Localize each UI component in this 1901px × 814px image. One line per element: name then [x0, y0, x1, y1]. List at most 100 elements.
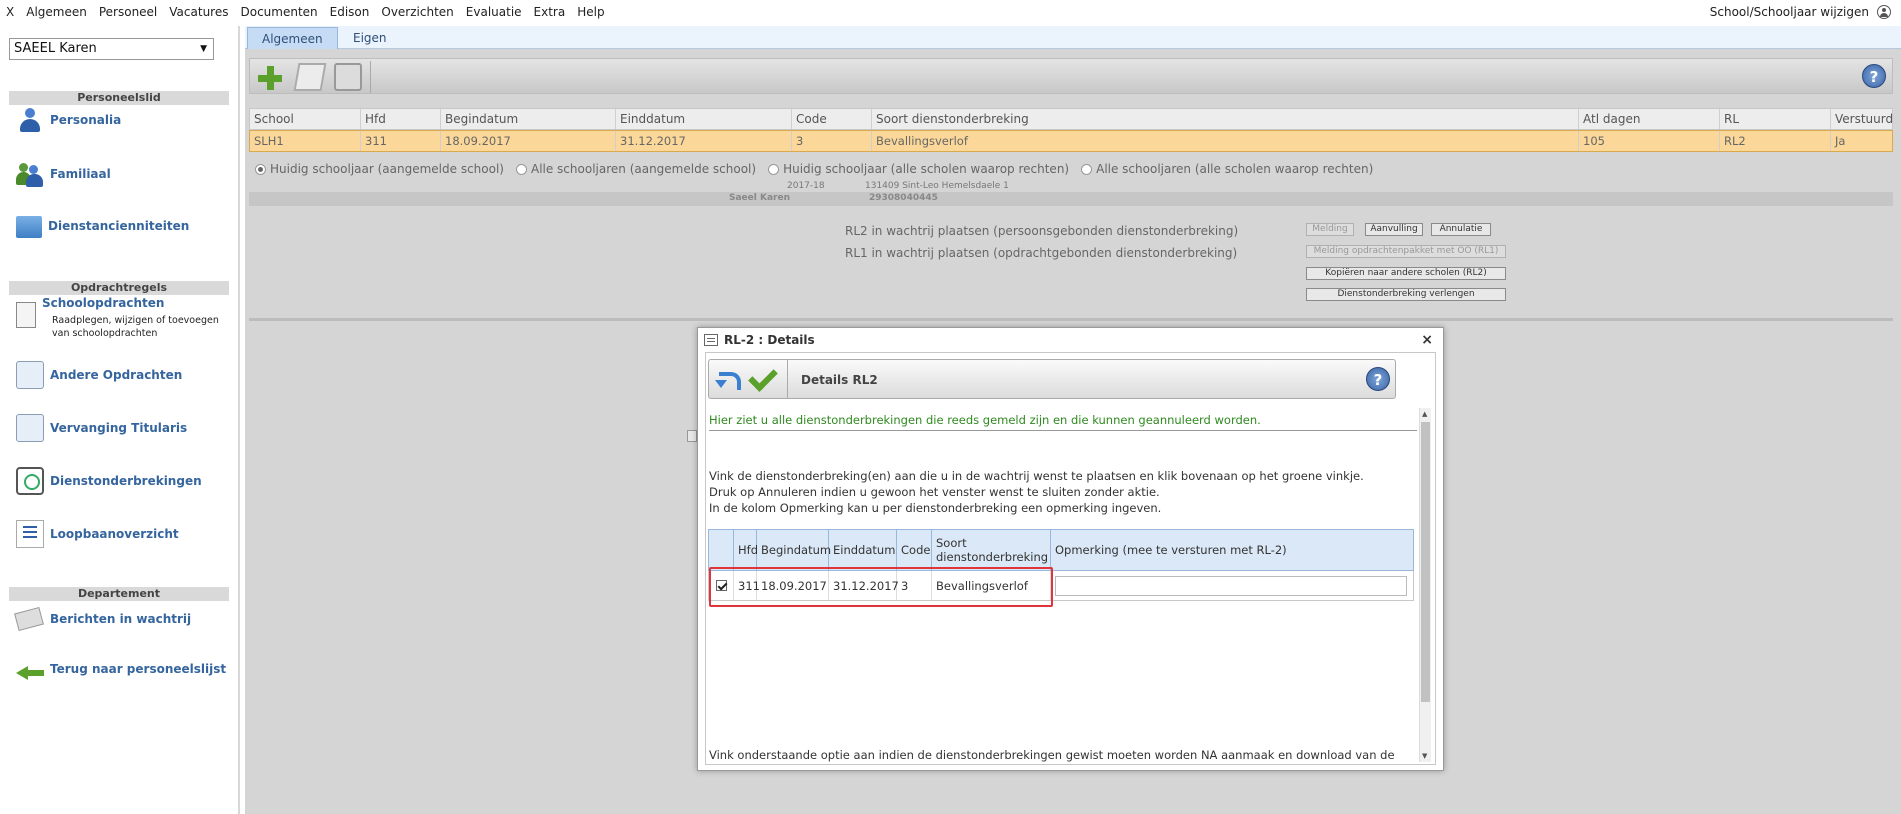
menu-help[interactable]: Help: [571, 5, 610, 19]
sidebar-item-andere-opdrachten[interactable]: Andere Opdrachten: [16, 361, 182, 389]
help-icon[interactable]: ?: [1862, 64, 1886, 88]
col-verstuurd[interactable]: Verstuurd: [1831, 109, 1892, 129]
sidebar-item-label: Berichten in wachtrij: [50, 612, 192, 626]
sidebar-item-label: Familiaal: [50, 167, 111, 181]
instruction-line: In de kolom Opmerking kan u per dienston…: [709, 501, 1162, 515]
sidebar-item-label: Dienstonderbrekingen: [50, 474, 202, 488]
menu-documenten[interactable]: Documenten: [234, 5, 323, 19]
row-checkbox[interactable]: [715, 580, 727, 591]
menu-evaluatie[interactable]: Evaluatie: [460, 5, 528, 19]
melding-opdrachtenpakket-button[interactable]: Melding opdrachtenpakket met OO (RL1): [1306, 245, 1506, 258]
radio-label: Huidig schooljaar (aangemelde school): [270, 162, 504, 176]
radio-button[interactable]: [768, 163, 780, 175]
swap-icon: [16, 414, 44, 442]
sidebar-item-vervanging-titularis[interactable]: Vervanging Titularis: [16, 414, 187, 442]
person-select[interactable]: SAEEL Karen ▼: [9, 38, 214, 60]
dialog-titlebar: RL-2 : Details ×: [698, 328, 1443, 352]
kopieren-button[interactable]: Kopiëren naar andere scholen (RL2): [1306, 267, 1506, 280]
hand-icon: [16, 361, 44, 389]
cell-einddatum: 31.12.2017: [616, 131, 792, 151]
sidebar: SAEEL Karen ▼ Personeelslid Personalia F…: [0, 26, 240, 814]
window-icon: [704, 334, 718, 346]
add-icon[interactable]: [256, 63, 284, 91]
sidebar-item-label: Dienstancienniteiten: [48, 218, 190, 233]
cell-soort: Bevallingsverlof: [932, 571, 1051, 600]
radio-button[interactable]: [515, 163, 527, 175]
school-year-change-link[interactable]: School/Schooljaar wijzigen: [1710, 5, 1869, 19]
clock-icon: [16, 467, 44, 495]
delete-icon[interactable]: [334, 63, 362, 91]
menu-bar: X Algemeen Personeel Vacatures Documente…: [0, 0, 1901, 24]
info-message: Hier ziet u alle dienstonderbrekingen di…: [709, 413, 1261, 427]
radio-button[interactable]: [1081, 163, 1093, 175]
toolbar-separator: [787, 360, 788, 398]
menu-extra[interactable]: Extra: [528, 5, 572, 19]
menu-personeel[interactable]: Personeel: [93, 5, 163, 19]
undo-icon[interactable]: [715, 366, 743, 394]
opmerking-input[interactable]: [1055, 575, 1407, 596]
person-info-bar: Saeel Karen 29308040445: [249, 192, 1893, 206]
melding-button[interactable]: Melding: [1306, 223, 1354, 236]
col-rl[interactable]: RL: [1720, 109, 1831, 129]
col-hfd[interactable]: Hfd: [361, 109, 441, 129]
col-begindatum[interactable]: Begindatum: [441, 109, 616, 129]
scrollbar[interactable]: ▲ ▼: [1419, 408, 1431, 762]
dialog-body: Details RL2 ? Hier ziet u alle dienstond…: [705, 352, 1436, 765]
tab-bar: Algemeen Eigen: [245, 26, 1901, 49]
confirm-check-icon[interactable]: [747, 364, 775, 392]
table-row[interactable]: 311 18.09.2017 31.12.2017 3 Bevallingsve…: [708, 571, 1414, 601]
verlengen-button[interactable]: Dienstonderbreking verlengen: [1306, 288, 1506, 301]
family-icon: [16, 160, 44, 188]
sidebar-item-loopbaanoverzicht[interactable]: Loopbaanoverzicht: [16, 520, 179, 548]
close-menu[interactable]: X: [0, 5, 20, 19]
user-icon[interactable]: [1877, 5, 1891, 19]
radio-alle-alle[interactable]: Alle schooljaren (alle scholen waarop re…: [1081, 162, 1373, 176]
envelope-icon: [14, 605, 44, 633]
menu-overzichten[interactable]: Overzichten: [375, 5, 459, 19]
instructions: Vink de dienstonderbreking(en) aan die u…: [709, 468, 1364, 516]
section-departement: Departement: [9, 587, 229, 601]
close-icon[interactable]: ×: [1421, 332, 1433, 348]
col-einddatum[interactable]: Einddatum: [616, 109, 792, 129]
tab-algemeen[interactable]: Algemeen: [247, 27, 338, 49]
edit-icon[interactable]: [293, 63, 327, 91]
back-arrow-icon: [16, 666, 44, 680]
menu-edison[interactable]: Edison: [324, 5, 376, 19]
sidebar-item-familiaal[interactable]: Familiaal: [16, 160, 111, 188]
toolbar-separator: [370, 61, 371, 93]
col-code[interactable]: Code: [792, 109, 872, 129]
tab-eigen[interactable]: Eigen: [339, 27, 401, 49]
radio-huidig-aangemeld[interactable]: Huidig schooljaar (aangemelde school): [255, 162, 504, 176]
sidebar-item-dienstancienniteiten[interactable]: Dienstancienniteiten: [16, 213, 189, 238]
sidebar-item-terug-naar-personeelslijst[interactable]: Terug naar personeelslijst: [16, 658, 226, 680]
cell-atl-dagen: 105: [1579, 131, 1720, 151]
sidebar-item-dienstonderbrekingen[interactable]: Dienstonderbrekingen: [16, 467, 202, 495]
col-opmerking: Opmerking (mee te versturen met RL-2): [1055, 543, 1287, 557]
scroll-thumb[interactable]: [1421, 422, 1430, 702]
help-icon[interactable]: ?: [1366, 367, 1390, 391]
scroll-up-icon[interactable]: ▲: [1422, 410, 1427, 418]
menu-algemeen[interactable]: Algemeen: [20, 5, 93, 19]
sidebar-item-label: Loopbaanoverzicht: [50, 527, 179, 541]
radio-alle-aangemeld[interactable]: Alle schooljaren (aangemelde school): [515, 162, 756, 176]
radio-huidig-alle[interactable]: Huidig schooljaar (alle scholen waarop r…: [768, 162, 1069, 176]
sidebar-item-label: Terug naar personeelslijst: [50, 662, 227, 676]
scroll-down-icon[interactable]: ▼: [1422, 752, 1427, 760]
info-name: Saeel Karen: [729, 193, 790, 203]
col-atl-dagen[interactable]: Atl dagen: [1579, 109, 1720, 129]
info-school: 131409 Sint-Leo Hemelsdaele 1: [865, 181, 1009, 191]
cell-select: [709, 571, 734, 600]
radio-button[interactable]: [255, 163, 266, 175]
col-soort[interactable]: Soort dienstonderbreking: [872, 109, 1579, 129]
menu-vacatures[interactable]: Vacatures: [163, 5, 234, 19]
divider: [709, 430, 1417, 431]
sidebar-item-berichten-in-wachtrij[interactable]: Berichten in wachtrij: [14, 605, 192, 633]
aanvulling-button[interactable]: Aanvulling: [1365, 223, 1423, 236]
sidebar-item-personalia[interactable]: Personalia: [16, 106, 121, 134]
annulatie-button[interactable]: Annulatie: [1431, 223, 1491, 236]
info-year: 2017-18: [787, 181, 825, 191]
person-icon: [16, 106, 44, 134]
cell-rl: RL2: [1720, 131, 1831, 151]
table-row[interactable]: SLH1 311 18.09.2017 31.12.2017 3 Bevalli…: [249, 130, 1893, 152]
col-school[interactable]: School: [250, 109, 361, 129]
